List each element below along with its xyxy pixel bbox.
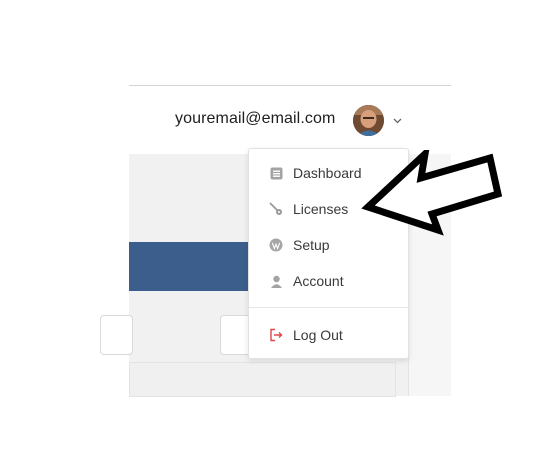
menu-item-label: Account bbox=[293, 273, 344, 289]
menu-item-label: Dashboard bbox=[293, 165, 362, 181]
chevron-down-icon[interactable] bbox=[392, 113, 403, 124]
menu-item-label: Log Out bbox=[293, 327, 343, 343]
menu-item-label: Licenses bbox=[293, 201, 349, 217]
header-divider bbox=[129, 85, 451, 86]
menu-item-logout[interactable]: Log Out bbox=[249, 319, 408, 351]
avatar[interactable] bbox=[353, 105, 384, 136]
key-icon bbox=[269, 202, 283, 216]
menu-item-account[interactable]: Account bbox=[249, 265, 408, 297]
dashboard-icon bbox=[269, 166, 283, 180]
user-email: youremail@email.com bbox=[175, 110, 336, 127]
pointer-arrow-icon bbox=[360, 144, 510, 240]
wordpress-icon bbox=[269, 238, 283, 252]
menu-item-label: Setup bbox=[293, 237, 330, 253]
menu-divider bbox=[249, 307, 408, 308]
logout-icon bbox=[269, 328, 283, 342]
content-row bbox=[129, 362, 396, 397]
input-field-left[interactable] bbox=[100, 315, 133, 355]
user-icon bbox=[269, 274, 283, 288]
